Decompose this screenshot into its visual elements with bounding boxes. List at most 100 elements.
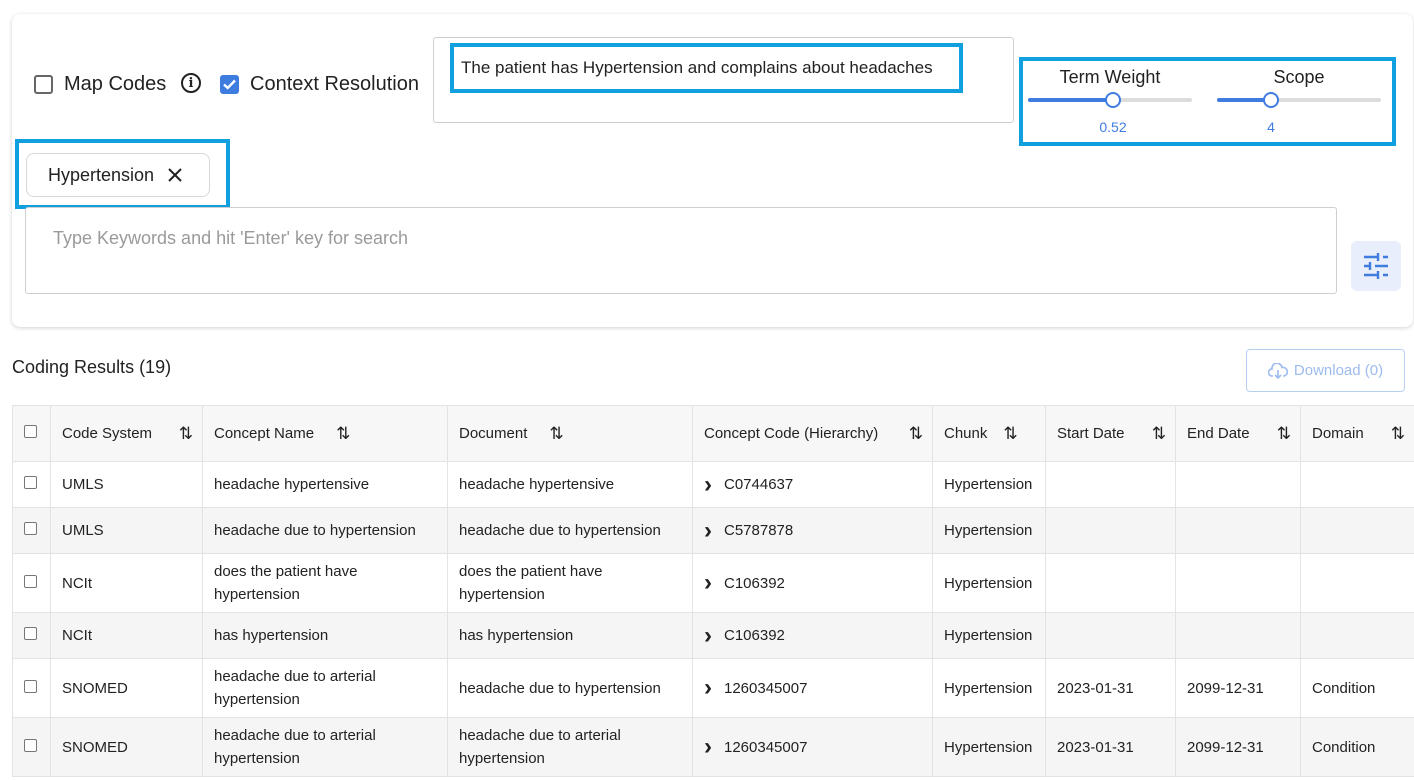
row-select-cell[interactable] (12, 507, 51, 554)
column-header[interactable]: Chunk ⇅ (932, 405, 1046, 462)
row-select-cell[interactable] (12, 658, 51, 718)
column-header[interactable]: Document ⇅ (447, 405, 693, 462)
concept-code: C106392 (724, 627, 785, 644)
info-icon[interactable]: i (181, 73, 201, 93)
select-all-cell[interactable] (12, 405, 51, 462)
filter-settings-button[interactable] (1351, 241, 1401, 291)
column-header[interactable]: Concept Name ⇅ (202, 405, 448, 462)
term-weight-thumb[interactable] (1105, 92, 1121, 108)
table-cell (1300, 612, 1414, 659)
table-cell (1045, 507, 1176, 554)
map-codes-checkbox[interactable] (34, 75, 53, 94)
table-cell: NCIt (50, 553, 203, 613)
row-select-cell[interactable] (12, 461, 51, 508)
chevron-right-icon[interactable]: › (704, 472, 712, 496)
table-cell: UMLS (50, 507, 203, 554)
map-codes-label: Map Codes (64, 73, 167, 95)
table-cell (1300, 507, 1414, 554)
keyword-search-box[interactable] (25, 207, 1337, 294)
table-cell (1300, 461, 1414, 508)
keyword-chip[interactable]: Hypertension (26, 153, 210, 197)
table-cell: SNOMED (50, 658, 203, 718)
concept-code: 1260345007 (724, 738, 808, 756)
table-cell (1175, 553, 1301, 613)
column-header[interactable]: Domain ⇅ (1300, 405, 1414, 462)
table-row[interactable]: NCIt does the patient have hypertension do… (12, 553, 1414, 613)
table-cell: headache due to hypertension (202, 507, 448, 554)
table-cell (1175, 612, 1301, 659)
keyword-search-input[interactable] (26, 208, 1336, 269)
table-row[interactable]: SNOMED headache due to arterial hypertens… (12, 717, 1414, 777)
table-cell: has hypertension (447, 612, 693, 659)
term-weight-slider[interactable] (1028, 92, 1192, 108)
table-cell: SNOMED (50, 717, 203, 777)
table-cell: headache due to arterial hypertension (202, 717, 448, 777)
chevron-right-icon[interactable]: › (704, 735, 712, 759)
row-checkbox[interactable] (24, 522, 37, 535)
chevron-right-icon[interactable]: › (704, 623, 712, 647)
sort-icon[interactable]: ⇅ (1391, 424, 1405, 444)
table-cell: headache due to arterial hypertension (202, 658, 448, 718)
column-header[interactable]: Concept Code (Hierarchy) ⇅ (692, 405, 933, 462)
chevron-right-icon[interactable]: › (704, 676, 712, 700)
chip-label: Hypertension (48, 164, 155, 185)
row-checkbox[interactable] (24, 679, 37, 693)
table-cell: does the patient have hypertension (447, 553, 693, 613)
table-cell: Hypertension (932, 507, 1046, 554)
term-weight-value: 0.52 (1099, 119, 1127, 135)
table-row[interactable]: SNOMED headache due to arterial hypertens… (12, 658, 1414, 718)
table-cell: 2023-01-31 (1045, 658, 1176, 718)
table-cell: Hypertension (932, 553, 1046, 613)
table-row[interactable]: UMLS headache hypertensive headache hypert… (12, 461, 1414, 508)
table-cell (1045, 553, 1176, 613)
row-checkbox[interactable] (24, 476, 37, 489)
row-select-cell[interactable] (12, 717, 51, 777)
table-cell: has hypertension (202, 612, 448, 659)
table-cell: 2023-01-31 (1045, 717, 1176, 777)
chevron-right-icon[interactable]: › (704, 518, 712, 542)
table-cell (1300, 553, 1414, 613)
table-cell: Hypertension (932, 717, 1046, 777)
scope-label: Scope (1273, 67, 1325, 87)
sliders-icon (1364, 253, 1388, 279)
table-cell: 2099-12-31 (1175, 658, 1301, 718)
row-checkbox[interactable] (24, 574, 37, 588)
table-cell (1175, 461, 1301, 508)
table-cell: 2099-12-31 (1175, 717, 1301, 777)
select-all-checkbox[interactable] (24, 425, 37, 438)
scope-thumb[interactable] (1263, 92, 1279, 108)
sort-icon[interactable]: ⇅ (179, 424, 193, 444)
sort-icon[interactable]: ⇅ (909, 424, 923, 444)
column-header[interactable]: Start Date ⇅ (1045, 405, 1176, 462)
context-resolution-checkbox[interactable] (220, 75, 239, 94)
term-weight-fill (1028, 98, 1113, 102)
column-header[interactable]: Code System ⇅ (50, 405, 203, 462)
sort-icon[interactable]: ⇅ (549, 424, 563, 444)
scope-slider[interactable] (1217, 92, 1381, 108)
table-cell: Hypertension (932, 461, 1046, 508)
row-checkbox[interactable] (24, 738, 37, 752)
concept-code: 1260345007 (724, 679, 808, 697)
sort-icon[interactable]: ⇅ (1152, 424, 1166, 444)
context-resolution-option[interactable]: Context Resolution (220, 73, 419, 96)
concept-code-cell: › C106392 (692, 612, 933, 659)
chevron-right-icon[interactable]: › (704, 571, 712, 595)
results-table: Code System ⇅ Concept Name ⇅ Document ⇅ Con… (12, 405, 1414, 777)
table-cell (1045, 612, 1176, 659)
context-resolution-label: Context Resolution (250, 73, 419, 95)
row-select-cell[interactable] (12, 553, 51, 613)
table-row[interactable]: NCIt has hypertension has hypertension › C10… (12, 612, 1414, 659)
row-select-cell[interactable] (12, 612, 51, 659)
column-header[interactable]: End Date ⇅ (1175, 405, 1301, 462)
sort-icon[interactable]: ⇅ (1277, 424, 1291, 444)
row-checkbox[interactable] (24, 627, 37, 640)
download-button[interactable]: Download (0) (1246, 349, 1405, 392)
sort-icon[interactable]: ⇅ (1003, 424, 1017, 444)
concept-code: C106392 (724, 574, 785, 592)
table-cell: Condition (1300, 658, 1414, 718)
table-row[interactable]: UMLS headache due to hypertension headache… (12, 507, 1414, 554)
sort-icon[interactable]: ⇅ (336, 424, 350, 444)
map-codes-option[interactable]: Map Codes (34, 73, 166, 96)
close-icon[interactable] (167, 167, 183, 183)
table-cell: does the patient have hypertension (202, 553, 448, 613)
